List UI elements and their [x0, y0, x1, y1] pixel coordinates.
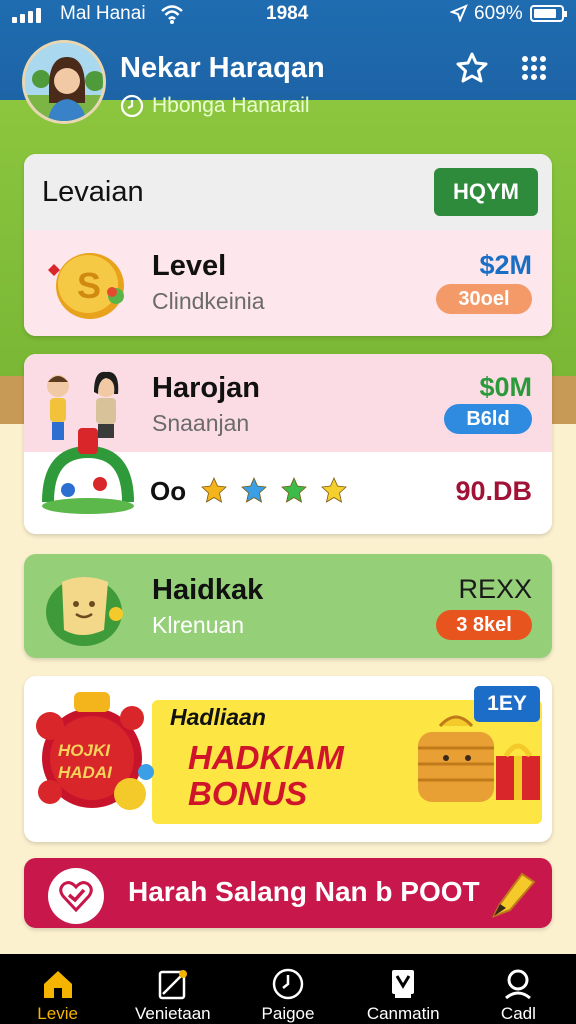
pencil-icon	[491, 872, 536, 918]
level-card[interactable]: Levaian HQYM S Level Clindkeinia $2M 30o…	[24, 154, 552, 336]
banner-title-line2: BONUS	[188, 775, 308, 812]
nav-label: Levie	[37, 1004, 78, 1023]
harojan-card[interactable]: Harojan Snaanjan $0M B6ld Oo 90.DB	[24, 354, 552, 534]
harojan-footer: Oo 90.DB	[24, 428, 552, 534]
nav-item-home[interactable]: Levie	[0, 954, 115, 1024]
bottom-nav: Levie Venietaan Paigoe Canmatin Cadl	[0, 954, 576, 1024]
ticket-icon	[158, 970, 187, 1000]
harojan-subtitle: Snaanjan	[152, 410, 250, 436]
badge-text-line2: HADAI	[58, 763, 113, 782]
banner-title: HADKIAM BONUS	[188, 740, 344, 812]
haidkak-price: REXX	[458, 574, 532, 604]
harojan-pill: B6ld	[444, 404, 532, 434]
red-lantern-icon: HOJKI HADAI	[36, 692, 154, 810]
bonus-card[interactable]: Hadliaan HADKIAM BONUS 1EY HOJKI HADAI	[24, 676, 552, 842]
search-icon	[505, 969, 532, 1000]
haidkak-card[interactable]: Haidkak Klrenuan REXX 3 8kel	[24, 554, 552, 658]
cta-label: Harah Salang Nan b POOT	[128, 876, 480, 907]
nav-item-clock[interactable]: Paigoe	[230, 954, 345, 1024]
battery-icon	[530, 5, 567, 22]
item-subtitle: Clindkeinia	[152, 288, 265, 314]
nav-item-search[interactable]: Cadl	[461, 954, 576, 1024]
grid-icon[interactable]	[516, 50, 552, 86]
clock-icon	[120, 94, 144, 118]
nav-label: Cadl	[500, 1004, 536, 1023]
user-name: Nekar Haraqan	[120, 52, 325, 84]
heart-check-icon	[48, 868, 104, 924]
harojan-pill-label: B6ld	[466, 407, 510, 430]
signal-icon	[12, 8, 41, 23]
svg-text:S: S	[77, 265, 101, 306]
star-icon[interactable]	[454, 50, 490, 86]
promo-cta-button[interactable]: Harah Salang Nan b POOT	[24, 858, 552, 928]
card-header-title: Levaian	[42, 176, 144, 208]
star-icon	[201, 477, 227, 503]
carrier-label: Mal Hanai	[60, 3, 146, 24]
harojan-title: Harojan	[152, 372, 260, 404]
nav-label: Paigoe	[261, 1004, 315, 1023]
haidkak-pill: 3 8kel	[436, 610, 532, 640]
scroll-icon	[46, 577, 123, 646]
user-subtitle: Hbonga Hanarail	[152, 94, 310, 117]
nav-item-badge[interactable]: Canmatin	[346, 954, 461, 1024]
star-icon	[321, 477, 347, 503]
item-pill-label: 30oel	[458, 287, 510, 310]
location-arrow-icon	[450, 4, 468, 22]
haidkak-pill-label: 3 8kel	[456, 613, 512, 636]
item-price: $2M	[479, 250, 532, 280]
status-bar: Mal Hanai 1984 609%	[0, 0, 576, 30]
haidkak-subtitle: Klrenuan	[152, 612, 245, 638]
rating-stars	[200, 476, 348, 504]
badge-text-line1: HOJKI	[58, 741, 111, 760]
hqym-button[interactable]: HQYM	[434, 168, 538, 216]
footer-prefix: Oo	[150, 476, 187, 506]
user-subtitle-row: Hbonga Hanarail	[120, 94, 310, 118]
coin-icon: S	[48, 253, 124, 319]
clock-time: 1984	[266, 3, 309, 24]
nav-item-tickets[interactable]: Venietaan	[115, 954, 230, 1024]
item-pill: 30oel	[436, 284, 532, 314]
star-icon	[241, 477, 267, 503]
item-title: Level	[152, 250, 227, 282]
haidkak-title: Haidkak	[152, 574, 264, 606]
star-icon	[281, 477, 307, 503]
nav-label: Venietaan	[134, 1004, 211, 1023]
footer-value: 90.DB	[455, 476, 532, 506]
clock-icon	[272, 968, 304, 1000]
home-icon	[43, 971, 72, 998]
gazebo-icon	[42, 428, 134, 514]
avatar[interactable]	[22, 40, 106, 124]
badge-icon	[392, 970, 415, 998]
harojan-price: $0M	[479, 372, 532, 402]
gift-pancake-icon	[418, 715, 540, 802]
banner-subtitle: Hadliaan	[170, 704, 266, 730]
wifi-icon	[161, 5, 183, 24]
banner-title-line1: HADKIAM	[188, 739, 344, 776]
battery-percent: 609%	[474, 3, 523, 24]
nav-label: Canmatin	[366, 1004, 440, 1023]
level-card-header: Levaian HQYM	[24, 154, 552, 230]
level-item[interactable]: S Level Clindkeinia $2M 30oel	[24, 230, 552, 336]
